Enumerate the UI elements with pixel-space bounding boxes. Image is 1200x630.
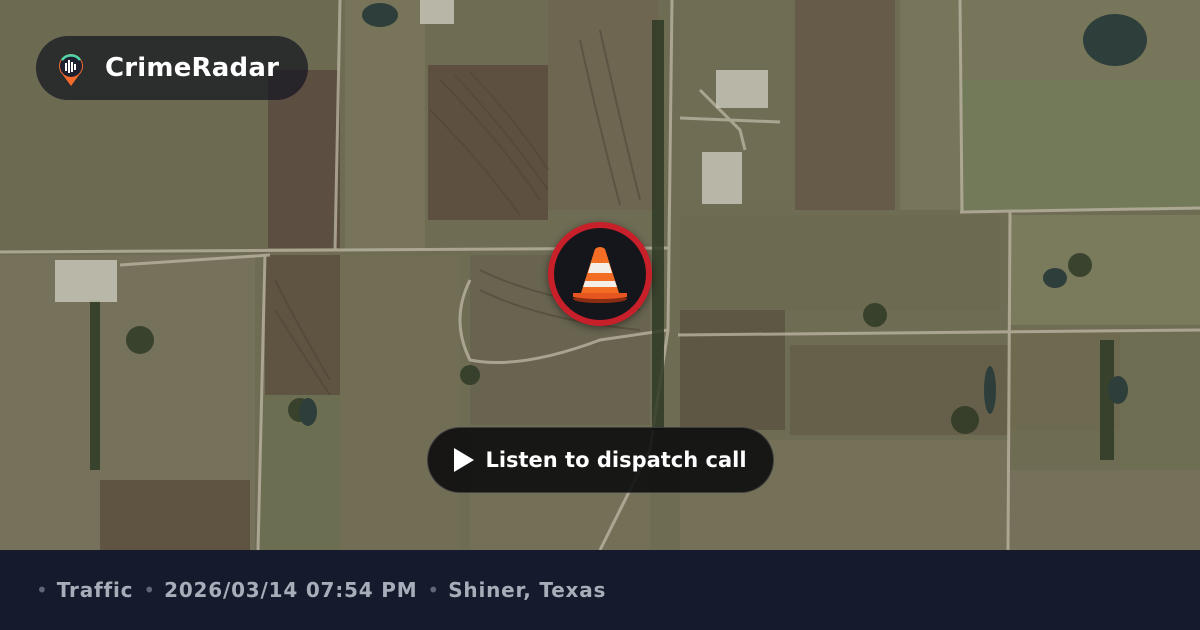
play-icon (454, 448, 475, 472)
incident-marker[interactable] (548, 222, 652, 326)
incident-datetime: 2026/03/14 07:54 PM (164, 578, 418, 602)
radar-pin-icon (54, 48, 88, 88)
incident-info-bar: • Traffic • 2026/03/14 07:54 PM • Shiner… (0, 550, 1200, 630)
listen-dispatch-button[interactable]: Listen to dispatch call (427, 427, 774, 493)
incident-location: Shiner, Texas (448, 578, 607, 602)
separator-dot: • (36, 578, 48, 602)
listen-button-label: Listen to dispatch call (485, 448, 747, 472)
separator-dot: • (143, 578, 156, 602)
separator-dot: • (427, 578, 440, 602)
brand-name: CrimeRadar (105, 53, 280, 83)
brand-badge[interactable]: CrimeRadar (36, 36, 308, 100)
incident-category: Traffic (56, 578, 134, 602)
traffic-cone-icon (573, 247, 627, 303)
marker-inner (554, 228, 646, 320)
